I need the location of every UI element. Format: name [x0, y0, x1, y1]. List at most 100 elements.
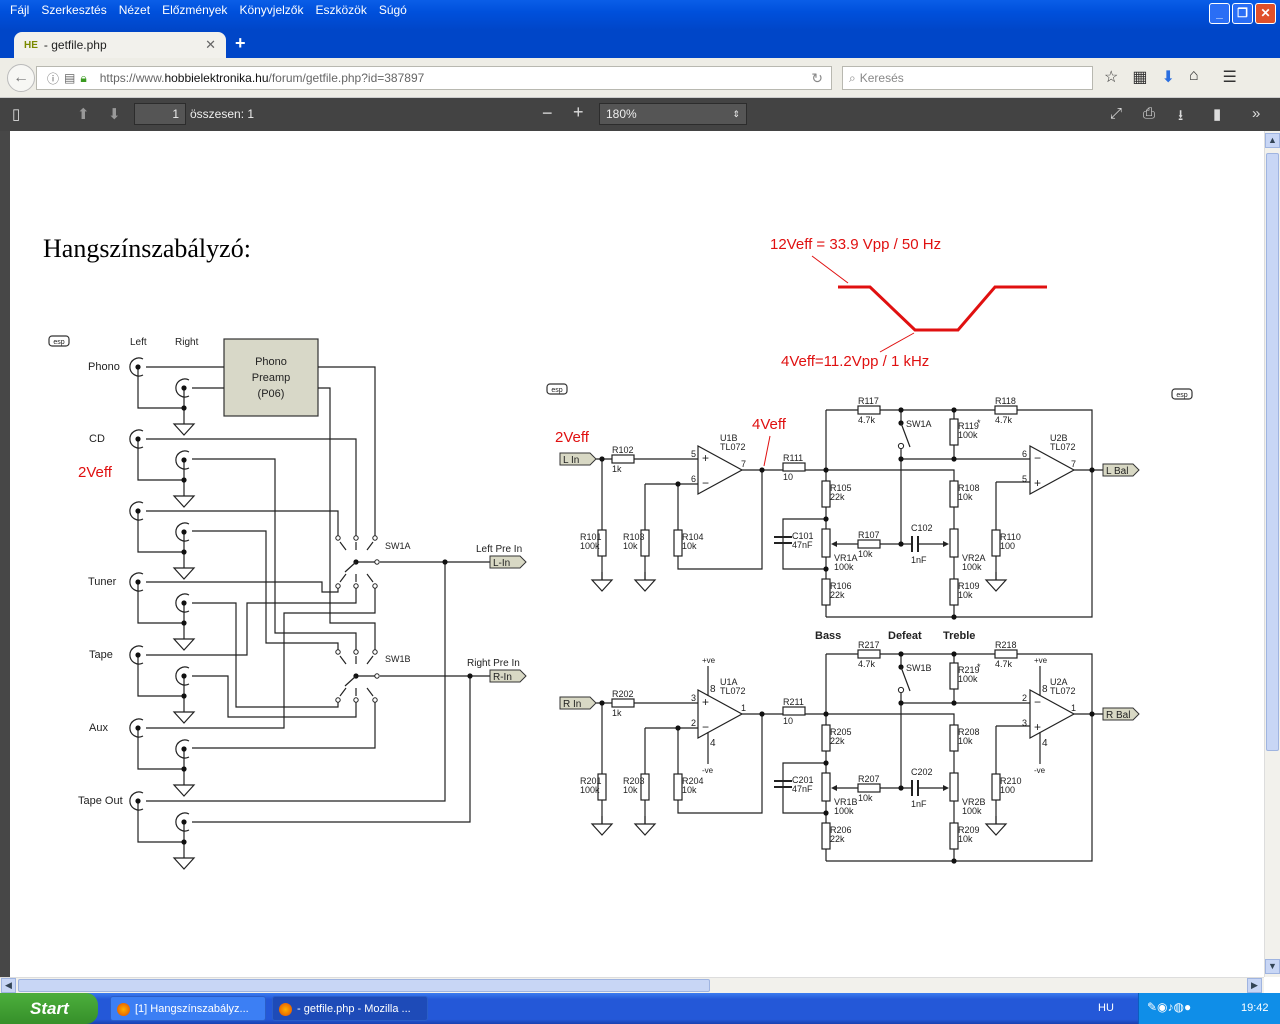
vertical-scroll-thumb[interactable] [1266, 153, 1279, 751]
component-value: 10k [958, 736, 973, 746]
annotation-arrow [763, 435, 771, 467]
resistor [857, 405, 881, 415]
junction-dot [181, 405, 187, 411]
junction-dot [135, 364, 141, 370]
annotation-arrow [811, 255, 849, 284]
scroll-left-icon[interactable]: ◀ [1, 978, 16, 993]
power-label: +ve [1034, 656, 1048, 665]
input-label: Phono [88, 361, 120, 373]
horizontal-scrollbar[interactable]: ◀ ▶ [0, 977, 1264, 993]
wire [339, 573, 347, 583]
switch-contact [897, 442, 905, 450]
switch-contact [372, 697, 378, 703]
resistor [949, 822, 959, 850]
component-value: 47nF [792, 784, 813, 794]
frequency-response-sketch [838, 285, 1047, 332]
junction-dot [467, 673, 473, 679]
pin-number: 6 [1022, 449, 1027, 459]
switch-contact [372, 583, 378, 589]
ground-symbol [172, 495, 196, 508]
wire [344, 675, 357, 687]
ground-symbol [172, 638, 196, 651]
input-label: Tuner [88, 576, 117, 588]
junction-dot [898, 700, 904, 706]
taskbar-item-getfile[interactable]: - getfile.php - Mozilla ... [272, 996, 428, 1021]
component-value: 10 [783, 472, 793, 482]
column-label: Left [130, 337, 147, 348]
op-amp-input-sign: + [702, 695, 709, 709]
switch-contact [335, 697, 341, 703]
horizontal-scroll-thumb[interactable] [18, 979, 710, 992]
wire [339, 541, 347, 551]
vertical-scrollbar[interactable]: ▲ ▼ [1264, 131, 1280, 977]
junction-dot [181, 477, 187, 483]
wire [366, 687, 374, 697]
wire [339, 687, 347, 697]
junction-dot [1089, 711, 1095, 717]
potentiometer [821, 772, 831, 802]
wiper-arrow [943, 541, 949, 547]
wire [137, 511, 184, 553]
junction-dot [898, 456, 904, 462]
pin-number: 5 [1022, 474, 1027, 484]
wire [344, 561, 357, 573]
taskbar-item-forum[interactable]: [1] Hangszínszabályz... [110, 996, 266, 1021]
junction-dot [135, 652, 141, 658]
input-label: Tape [89, 649, 113, 661]
tray-icons[interactable]: ✎◉♪◍● [1147, 1000, 1191, 1014]
component-value: 100k [834, 562, 854, 572]
wire [677, 470, 763, 570]
junction-dot [951, 456, 957, 462]
column-label: Right [175, 337, 199, 348]
ground-symbol [172, 423, 196, 436]
component-value: 100 [1000, 785, 1015, 795]
ground-symbol [984, 579, 1008, 592]
language-indicator[interactable]: HU [1098, 1002, 1114, 1014]
resistor [991, 773, 1001, 801]
pin-number: 3 [691, 693, 696, 703]
junction-dot [675, 725, 681, 731]
op-amp-type: TL072 [1050, 442, 1076, 452]
junction-dot [823, 566, 829, 572]
op-amp-type: TL072 [720, 442, 746, 452]
clock: 19:42 [1241, 1002, 1269, 1014]
junction-dot [442, 559, 448, 565]
ground-symbol [172, 784, 196, 797]
component-ref: R107 [858, 530, 880, 540]
wire [137, 801, 184, 843]
junction-dot [823, 760, 829, 766]
resistor [821, 578, 831, 606]
component-ref: R202 [612, 689, 634, 699]
switch-contact [335, 535, 341, 541]
junction-dot [898, 651, 904, 657]
wire [192, 676, 471, 823]
junction-dot [599, 456, 605, 462]
switch-label: SW1A [385, 541, 411, 551]
resistor [949, 418, 959, 446]
power-label: -ve [1034, 766, 1046, 775]
op-amp-type: TL072 [1050, 686, 1076, 696]
resistor [611, 698, 635, 708]
switch-contact [372, 535, 378, 541]
taskbar: Start [1] Hangszínszabályz... - getfile.… [0, 993, 1280, 1024]
component-value: 10k [682, 785, 697, 795]
junction-dot [181, 600, 187, 606]
component-value: 100k [834, 806, 854, 816]
junction-dot [675, 481, 681, 487]
start-button[interactable]: Start [0, 993, 98, 1024]
junction-dot [823, 516, 829, 522]
scroll-up-icon[interactable]: ▲ [1265, 133, 1280, 148]
resistor [821, 480, 831, 508]
pin-number: 8 [710, 684, 716, 695]
component-ref: R218 [995, 640, 1017, 650]
pin-number: 8 [1042, 684, 1048, 695]
component-value: 22k [830, 590, 845, 600]
resistor [782, 706, 806, 716]
op-amp-type: TL072 [720, 686, 746, 696]
scroll-down-icon[interactable]: ▼ [1265, 959, 1280, 974]
scroll-right-icon[interactable]: ▶ [1247, 978, 1262, 993]
junction-dot [181, 549, 187, 555]
switch-contact [353, 649, 359, 655]
component-value: 10k [958, 834, 973, 844]
pin-number: 7 [741, 459, 746, 469]
